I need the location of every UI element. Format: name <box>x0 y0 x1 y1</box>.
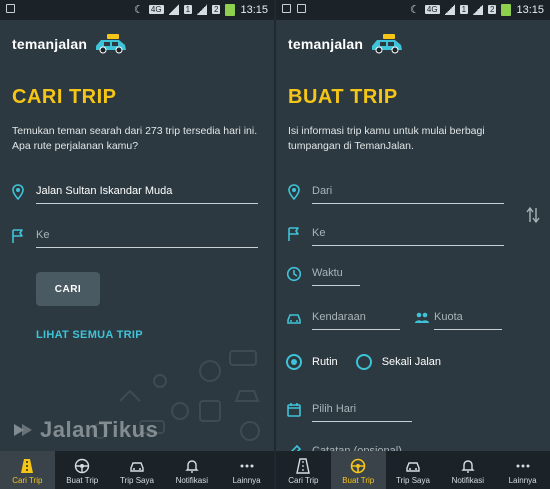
to-input[interactable]: Ke <box>312 224 504 246</box>
nav-label: Cari Trip <box>288 476 319 485</box>
notification-icon <box>6 4 15 13</box>
radio-routine[interactable] <box>286 354 302 370</box>
nav-buat-trip[interactable]: Buat Trip <box>55 451 110 489</box>
note-field-row: Catatan (opsional) <box>276 438 550 452</box>
nav-buat-trip[interactable]: Buat Trip <box>330 451 386 489</box>
screen-cari-trip: ☾ 4G 1 2 13:15 temanjalan CARI TRIP Temu… <box>0 0 274 489</box>
from-input[interactable]: Jalan Sultan Iskandar Muda <box>36 182 258 204</box>
watermark-logo-icon <box>14 424 32 436</box>
people-icon <box>415 312 429 323</box>
search-button[interactable]: CARI <box>36 272 100 306</box>
time-input[interactable]: Waktu <box>312 264 360 286</box>
clock-icon <box>286 266 302 282</box>
nav-notifikasi[interactable]: Notifikasi <box>164 451 219 489</box>
page-description: Isi informasi trip kamu untuk mulai berb… <box>288 125 485 152</box>
clock: 13:15 <box>240 3 268 16</box>
nav-label: Buat Trip <box>66 476 99 485</box>
brand-name: temanjalan <box>288 36 364 52</box>
watermark-text: JalanTikus <box>40 417 159 442</box>
from-field-row: Dari <box>276 178 550 208</box>
bell-icon <box>461 460 475 473</box>
nav-cari-trip[interactable]: Cari Trip <box>0 451 55 489</box>
nav-cari-trip[interactable]: Cari Trip <box>276 451 331 489</box>
car-logo-icon <box>372 34 403 54</box>
notification-icon <box>297 4 306 13</box>
nav-lainnya[interactable]: Lainnya <box>219 451 274 489</box>
trip-frequency-group: Rutin Sekali Jalan <box>286 354 441 370</box>
screen-buat-trip: ☾ 4G 1 2 13:15 temanjalan BUAT TRIP Isi … <box>276 0 550 489</box>
nav-trip-saya[interactable]: Trip Saya <box>110 451 165 489</box>
quota-input[interactable]: Kuota <box>434 308 502 330</box>
car-logo-icon <box>96 34 127 54</box>
signal-icon <box>197 4 208 15</box>
to-input[interactable]: Ke <box>36 226 258 248</box>
road-icon <box>296 458 311 474</box>
steering-wheel-icon <box>350 458 366 474</box>
gallery-icon <box>282 4 291 13</box>
road-icon <box>21 459 34 473</box>
signal-icon <box>444 4 455 15</box>
network-badge: 4G <box>148 5 164 14</box>
sim2-badge: 2 <box>212 5 221 14</box>
sim2-badge: 2 <box>488 5 497 14</box>
radio-once[interactable] <box>355 354 372 370</box>
watermark: JalanTikus <box>12 417 158 443</box>
clock: 13:15 <box>516 3 544 16</box>
car-icon <box>406 462 420 472</box>
bottom-nav: Cari Trip Buat Trip Trip Saya Notifikasi… <box>276 451 550 489</box>
nav-label: Buat Trip <box>342 476 375 485</box>
to-field-row: Ke <box>276 220 550 250</box>
radio-routine-label: Rutin <box>312 356 338 368</box>
nav-label: Lainnya <box>232 476 261 485</box>
app-logo: temanjalan <box>288 33 405 55</box>
vehicle-quota-row: Kendaraan Kuota <box>276 304 550 334</box>
app-logo: temanjalan <box>12 33 129 55</box>
nav-label: Trip Saya <box>396 476 430 485</box>
sim1-badge: 1 <box>459 5 469 14</box>
to-field-row: Ke <box>0 222 274 252</box>
page-title: BUAT TRIP <box>288 86 398 108</box>
bottom-nav: Cari Trip Buat Trip Trip Saya Notifikasi… <box>0 451 274 489</box>
status-bar: ☾ 4G 1 2 13:15 <box>276 0 550 20</box>
nav-label: Lainnya <box>508 476 537 485</box>
car-icon <box>130 462 144 472</box>
location-pin-icon <box>12 184 24 200</box>
location-pin-icon <box>288 184 300 200</box>
nav-label: Notifikasi <box>451 476 485 485</box>
brand-name: temanjalan <box>12 36 88 52</box>
battery-icon <box>225 3 236 16</box>
day-input[interactable]: Pilih Hari <box>312 400 412 422</box>
vehicle-input[interactable]: Kendaraan <box>312 308 400 330</box>
more-dots-icon <box>240 464 254 468</box>
moon-icon: ☾ <box>410 4 420 16</box>
signal-icon <box>473 4 484 15</box>
nav-lainnya[interactable]: Lainnya <box>495 451 550 489</box>
page-title: CARI TRIP <box>12 86 117 108</box>
from-input[interactable]: Dari <box>312 182 504 204</box>
flag-icon <box>12 229 23 243</box>
nav-notifikasi[interactable]: Notifikasi <box>440 451 495 489</box>
calendar-icon <box>287 403 301 417</box>
see-all-trips-link[interactable]: LIHAT SEMUA TRIP <box>36 329 143 341</box>
nav-trip-saya[interactable]: Trip Saya <box>386 451 441 489</box>
battery-icon <box>501 3 512 16</box>
car-icon <box>287 314 301 324</box>
steering-wheel-icon <box>74 458 90 474</box>
nav-label: Trip Saya <box>120 476 154 485</box>
status-bar: ☾ 4G 1 2 13:15 <box>0 0 274 20</box>
sim1-badge: 1 <box>183 5 193 14</box>
more-dots-icon <box>516 464 530 468</box>
time-field-row: Waktu <box>276 260 550 290</box>
nav-label: Cari Trip <box>12 476 43 485</box>
day-field-row: Pilih Hari <box>276 396 550 426</box>
from-field-row: Jalan Sultan Iskandar Muda <box>0 178 274 208</box>
network-badge: 4G <box>424 5 440 14</box>
signal-icon <box>168 4 179 15</box>
moon-icon: ☾ <box>134 4 144 16</box>
page-description: Temukan teman searah dari 273 trip terse… <box>12 125 258 152</box>
bell-icon <box>185 460 199 473</box>
flag-icon <box>288 227 299 241</box>
radio-once-label: Sekali Jalan <box>381 356 442 368</box>
nav-label: Notifikasi <box>175 476 209 485</box>
